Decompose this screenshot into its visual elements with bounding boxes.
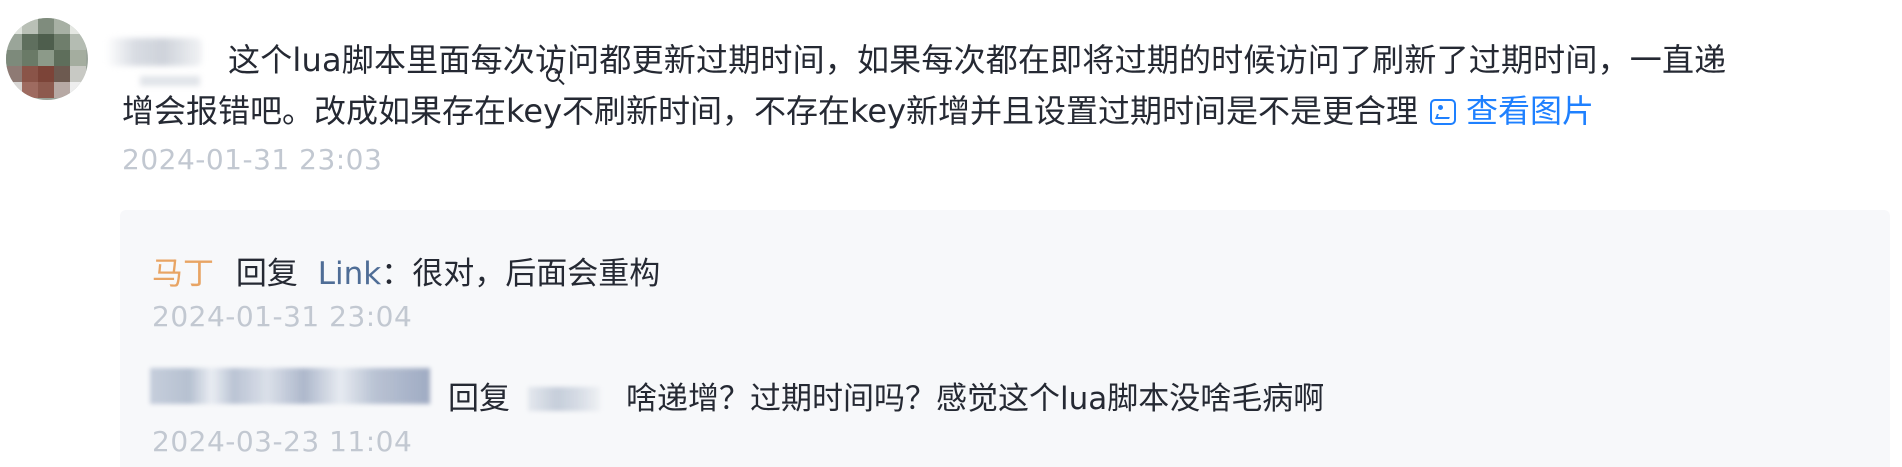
comment-thread: 这个lua脚本里面每次访问都更新过期时间，如果每次都在即将过期的时候访问了刷新了…: [0, 0, 1902, 467]
comment-text-line2: 增会报错吧。改成如果存在key不刷新时间，不存在key新增并且设置过期时间是不是…: [122, 92, 1419, 130]
reply-target-redacted[interactable]: [528, 387, 600, 411]
image-icon: [1430, 99, 1457, 125]
reply-target[interactable]: Link: [318, 256, 381, 292]
comment-author-redacted-detail: [140, 76, 200, 86]
view-image-label: 查看图片: [1466, 92, 1595, 130]
reply-separator: ：: [381, 256, 413, 292]
zoom-cursor-icon: [546, 68, 560, 82]
reply-word: 回复: [448, 381, 510, 417]
reply-text: 啥递增？过期时间吗？感觉这个lua脚本没啥毛病啊: [626, 381, 1325, 417]
reply-timestamp: 2024-03-23 11:04: [152, 425, 413, 458]
comment-timestamp: 2024-01-31 23:03: [122, 143, 383, 176]
reply-text: 很对，后面会重构: [412, 256, 661, 292]
reply-item-2: 回复 啥递增？过期时间吗？感觉这个lua脚本没啥毛病啊: [448, 373, 1324, 418]
reply-timestamp: 2024-01-31 23:04: [152, 300, 413, 333]
view-image-link[interactable]: 查看图片: [1430, 92, 1594, 130]
reply-item-1: 马丁 回复 Link：很对，后面会重构: [152, 248, 660, 293]
comment-text-line1: 这个lua脚本里面每次访问都更新过期时间，如果每次都在即将过期的时候访问了刷新了…: [228, 41, 1727, 79]
comment-text-line2-wrap: 增会报错吧。改成如果存在key不刷新时间，不存在key新增并且设置过期时间是不是…: [122, 86, 1594, 137]
reply-word: 回复: [235, 256, 298, 292]
reply-author[interactable]: 马丁: [152, 256, 214, 292]
comment-author-redacted[interactable]: [106, 38, 202, 66]
reply-author-redacted[interactable]: [150, 368, 430, 404]
avatar[interactable]: [6, 18, 88, 100]
